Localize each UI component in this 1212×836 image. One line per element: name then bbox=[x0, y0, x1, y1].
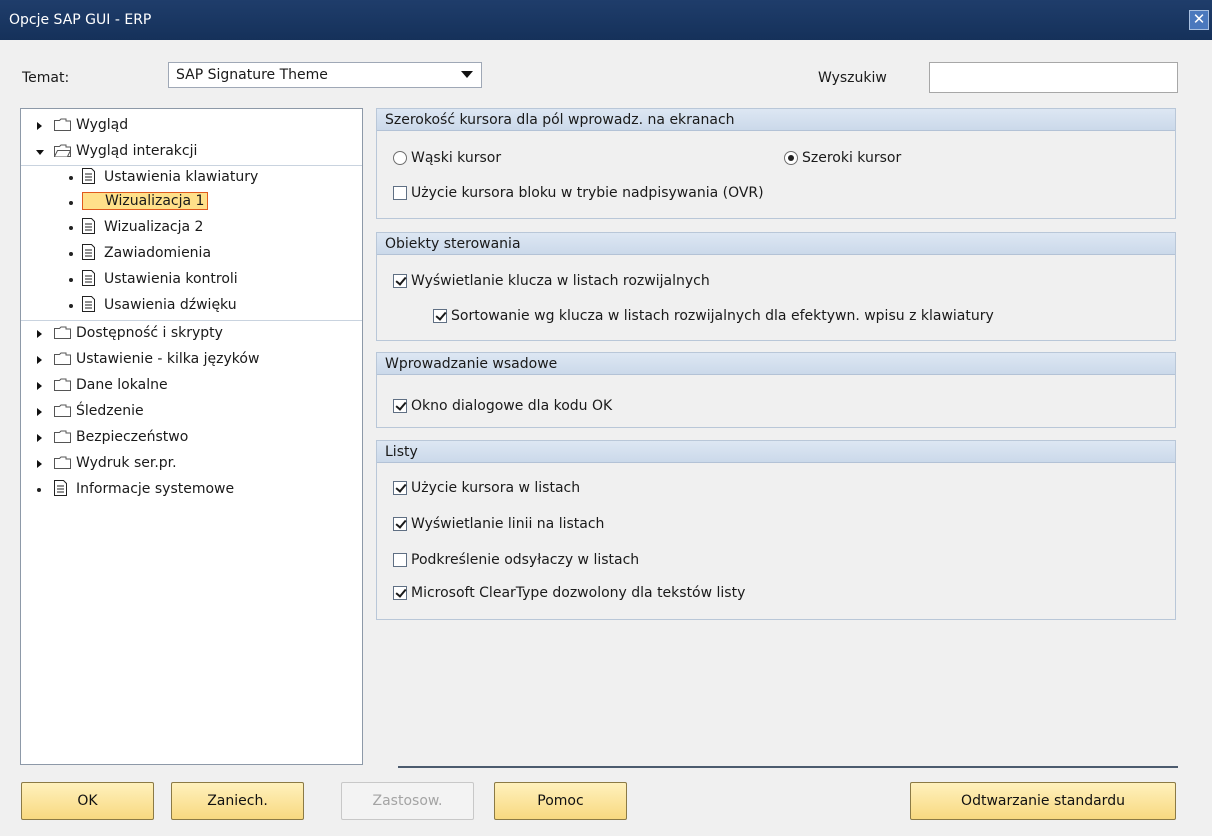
document-icon bbox=[82, 244, 95, 260]
expand-arrow-icon[interactable] bbox=[37, 460, 42, 468]
bullet-icon bbox=[69, 252, 73, 256]
tree-item-label: Wydruk ser.pr. bbox=[76, 455, 177, 471]
document-icon bbox=[82, 296, 95, 312]
checkbox-checked[interactable] bbox=[393, 399, 407, 413]
folder-icon bbox=[54, 456, 71, 469]
bullet-icon bbox=[69, 201, 73, 205]
tree-separator bbox=[21, 165, 362, 166]
tree-item-label: Usawienia dźwięku bbox=[104, 297, 237, 313]
radio-label: Szeroki kursor bbox=[802, 150, 902, 166]
collapse-arrow-icon[interactable] bbox=[36, 150, 44, 155]
checkbox-checked[interactable] bbox=[433, 309, 447, 323]
folder-open-icon bbox=[54, 144, 71, 157]
apply-button[interactable]: Zastosow. bbox=[341, 782, 474, 820]
options-tree: Wygląd Wygląd interakcji Ustawienia klaw… bbox=[20, 108, 363, 765]
checkbox-label: Wyświetlanie linii na listach bbox=[411, 516, 605, 532]
search-input[interactable] bbox=[929, 62, 1178, 93]
group-title: Listy bbox=[377, 441, 1175, 463]
tree-item-label: Informacje systemowe bbox=[76, 481, 235, 497]
checkbox-label: Podkreślenie odsyłaczy w listach bbox=[411, 552, 640, 568]
tree-item-label-selected: Wizualizacja 1 bbox=[82, 192, 209, 210]
document-icon bbox=[82, 168, 95, 184]
theme-label: Temat: bbox=[22, 70, 70, 86]
radio-button[interactable] bbox=[393, 151, 407, 165]
checkbox-label: Sortowanie wg klucza w listach rozwijaln… bbox=[451, 308, 994, 324]
expand-arrow-icon[interactable] bbox=[37, 122, 42, 130]
expand-arrow-icon[interactable] bbox=[37, 330, 42, 338]
document-icon bbox=[82, 218, 95, 234]
tree-item-label: Wygląd bbox=[76, 117, 129, 133]
sap-gui-options-dialog: Opcje SAP GUI - ERP ✕ Temat: SAP Signatu… bbox=[0, 0, 1212, 836]
tree-item-label: Wygląd interakcji bbox=[76, 143, 198, 159]
radio-label: Wąski kursor bbox=[411, 150, 502, 166]
bullet-icon bbox=[69, 278, 73, 282]
title-bar: Opcje SAP GUI - ERP ✕ bbox=[0, 0, 1212, 40]
folder-icon bbox=[54, 404, 71, 417]
tree-item-label: Ustawienia kontroli bbox=[104, 271, 238, 287]
checkbox-checked[interactable] bbox=[393, 517, 407, 531]
group-batch-input: Wprowadzanie wsadowe Okno dialogowe dla … bbox=[376, 352, 1176, 428]
tree-item-label: Ustawienia klawiatury bbox=[104, 169, 259, 185]
bullet-icon bbox=[69, 304, 73, 308]
tree-item-label: Wizualizacja 2 bbox=[104, 219, 204, 235]
tree-item-label: Ustawienie - kilka języków bbox=[76, 351, 260, 367]
folder-icon bbox=[54, 118, 71, 131]
checkbox-checked[interactable] bbox=[393, 274, 407, 288]
tree-item-label: Bezpieczeństwo bbox=[76, 429, 189, 445]
tree-item-label: Śledzenie bbox=[76, 403, 144, 419]
checkbox[interactable] bbox=[393, 553, 407, 567]
close-button[interactable]: ✕ bbox=[1189, 10, 1209, 30]
tree-item-label: Zawiadomienia bbox=[104, 245, 212, 261]
restore-defaults-button[interactable]: Odtwarzanie standardu bbox=[910, 782, 1176, 820]
dropdown-arrow-icon[interactable] bbox=[461, 71, 473, 78]
tree-item-label: Dostępność i skrypty bbox=[76, 325, 223, 341]
checkbox-label: Wyświetlanie klucza w listach rozwijalny… bbox=[411, 273, 710, 289]
theme-dropdown[interactable]: SAP Signature Theme bbox=[168, 62, 482, 88]
theme-dropdown-value: SAP Signature Theme bbox=[176, 67, 328, 83]
checkbox-label: Użycie kursora w listach bbox=[411, 480, 581, 496]
expand-arrow-icon[interactable] bbox=[37, 408, 42, 416]
folder-icon bbox=[54, 326, 71, 339]
window-title: Opcje SAP GUI - ERP bbox=[9, 12, 152, 28]
help-button[interactable]: Pomoc bbox=[494, 782, 627, 820]
expand-arrow-icon[interactable] bbox=[37, 382, 42, 390]
bullet-icon bbox=[37, 488, 41, 492]
footer-divider bbox=[398, 766, 1178, 768]
cancel-button[interactable]: Zaniech. bbox=[171, 782, 304, 820]
group-cursor-width: Szerokość kursora dla pól wprowadz. na e… bbox=[376, 108, 1176, 219]
checkbox-label: Użycie kursora bloku w trybie nadpisywan… bbox=[411, 185, 764, 201]
checkbox[interactable] bbox=[393, 186, 407, 200]
checkbox-label: Okno dialogowe dla kodu OK bbox=[411, 398, 613, 414]
group-lists: Listy Użycie kursora w listach Wyświetla… bbox=[376, 440, 1176, 620]
bullet-icon bbox=[69, 176, 73, 180]
folder-icon bbox=[54, 430, 71, 443]
checkbox-checked[interactable] bbox=[393, 481, 407, 495]
group-title: Wprowadzanie wsadowe bbox=[377, 353, 1175, 375]
tree-item-label: Dane lokalne bbox=[76, 377, 168, 393]
group-controls: Obiekty sterowania Wyświetlanie klucza w… bbox=[376, 232, 1176, 341]
ok-button[interactable]: OK bbox=[21, 782, 154, 820]
group-title: Obiekty sterowania bbox=[377, 233, 1175, 255]
folder-icon bbox=[54, 378, 71, 391]
checkbox-checked[interactable] bbox=[393, 586, 407, 600]
search-label: Wyszukiw bbox=[818, 70, 887, 86]
folder-icon bbox=[54, 352, 71, 365]
document-icon bbox=[82, 270, 95, 286]
expand-arrow-icon[interactable] bbox=[37, 356, 42, 364]
expand-arrow-icon[interactable] bbox=[37, 434, 42, 442]
document-icon bbox=[54, 480, 67, 496]
checkbox-label: Microsoft ClearType dozwolony dla tekstó… bbox=[411, 585, 746, 601]
radio-button-selected[interactable] bbox=[784, 151, 798, 165]
bullet-icon bbox=[69, 226, 73, 230]
tree-separator bbox=[21, 320, 362, 321]
group-title: Szerokość kursora dla pól wprowadz. na e… bbox=[377, 109, 1175, 131]
